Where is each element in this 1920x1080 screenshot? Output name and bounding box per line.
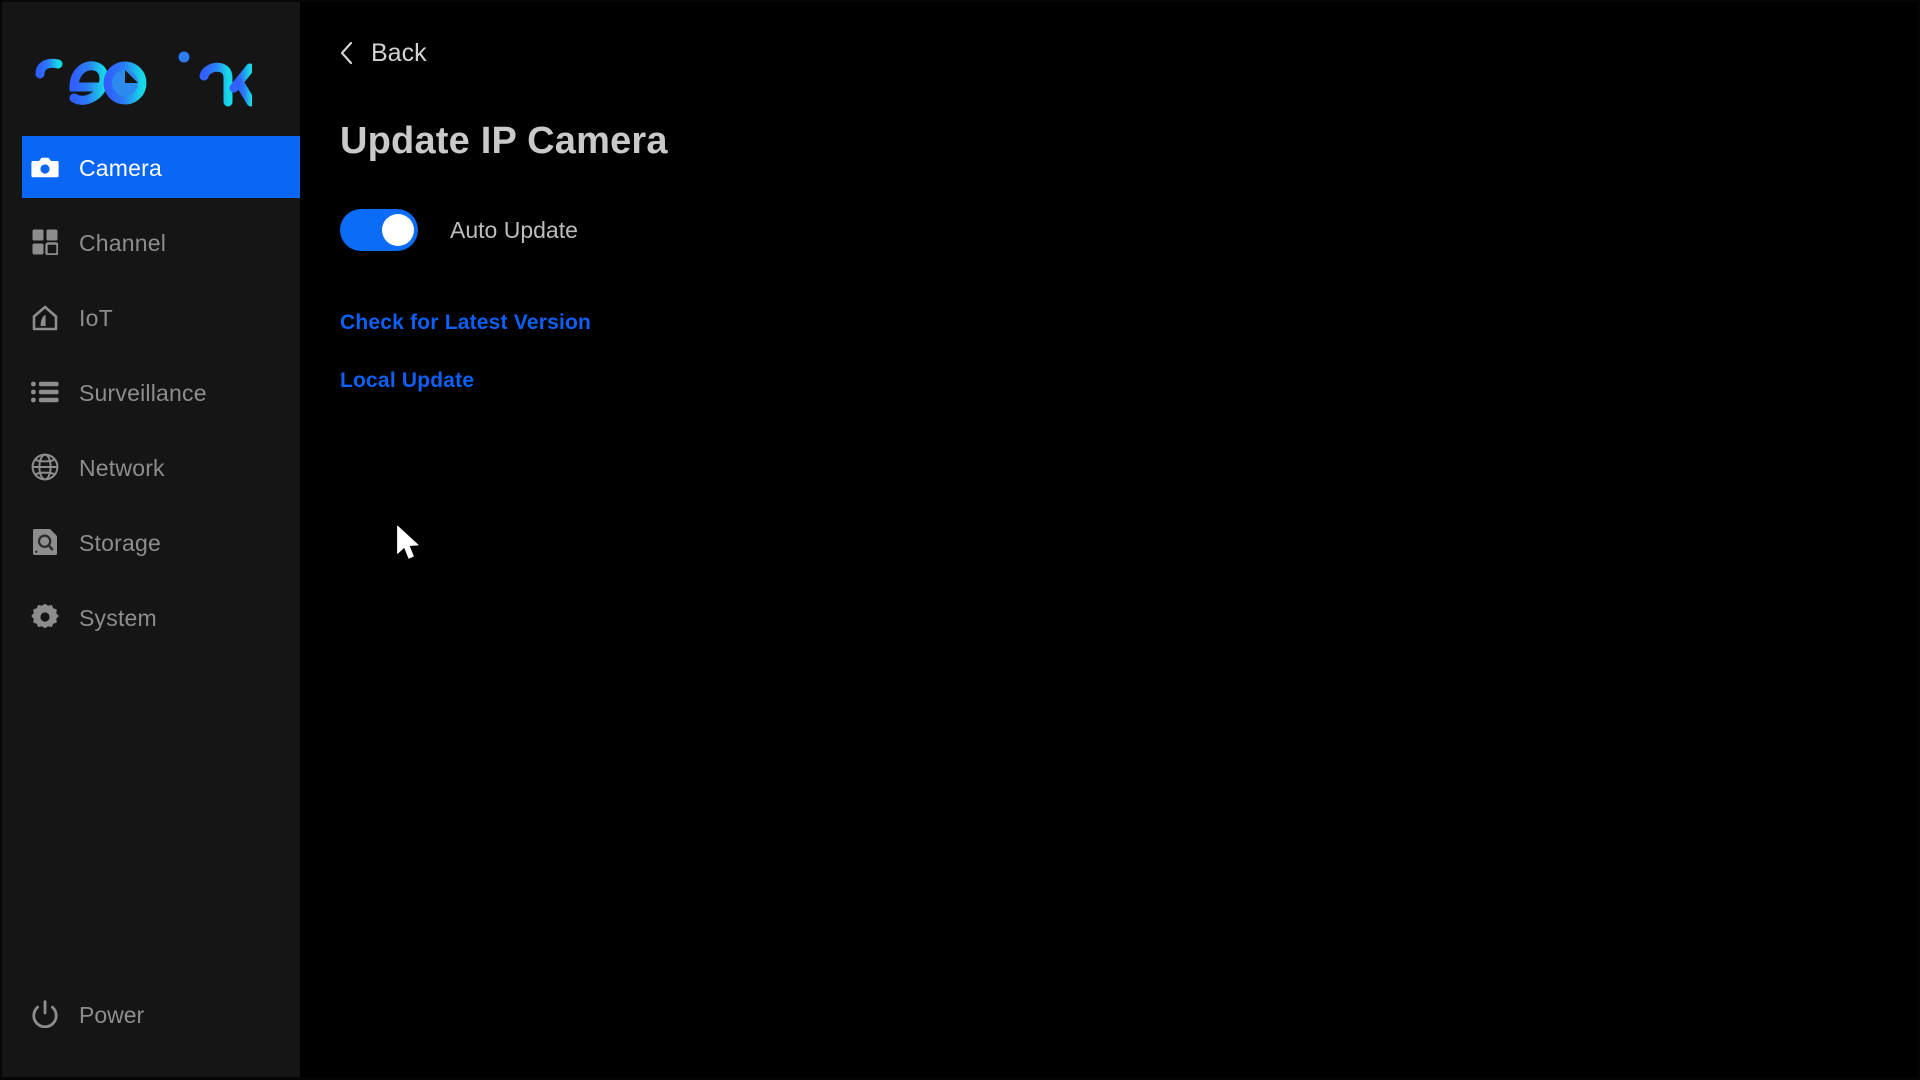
sidebar-item-label: Power (79, 1001, 145, 1028)
app-window: Camera Channel IoT Surveillance Network … (0, 0, 1920, 1080)
sidebar-item-label: Network (79, 454, 165, 481)
back-label: Back (371, 38, 427, 67)
sidebar-item-label: Camera (79, 154, 163, 181)
auto-update-toggle[interactable] (340, 209, 418, 251)
sidebar-item-power[interactable]: Power (2, 992, 302, 1036)
sidebar-item-system[interactable]: System (2, 586, 302, 648)
hard-drive-icon (30, 527, 60, 557)
local-update-button[interactable]: Local Update (340, 370, 474, 391)
camera-icon (30, 152, 60, 182)
grid-icon (30, 227, 60, 257)
sidebar-item-iot[interactable]: IoT (2, 286, 302, 348)
check-for-latest-version-button[interactable]: Check for Latest Version (340, 312, 591, 333)
toggle-knob (382, 214, 414, 246)
page-title: Update IP Camera (340, 120, 668, 162)
sidebar-item-label: Channel (79, 229, 167, 256)
list-icon (30, 377, 60, 407)
home-icon (30, 302, 60, 332)
globe-icon (30, 452, 60, 482)
reolink-logo (32, 42, 252, 108)
sidebar-item-label: IoT (79, 304, 113, 331)
sidebar-item-network[interactable]: Network (2, 436, 302, 498)
sidebar-item-label: System (79, 604, 157, 631)
main-content: Back Update IP Camera Auto Update Check … (300, 0, 1920, 1080)
auto-update-row: Auto Update (340, 209, 578, 251)
sidebar-item-label: Storage (79, 529, 161, 556)
sidebar-item-camera[interactable]: Camera (22, 136, 302, 198)
chevron-left-icon (340, 40, 356, 66)
power-icon (30, 999, 60, 1029)
sidebar-item-storage[interactable]: Storage (2, 511, 302, 573)
sidebar-item-channel[interactable]: Channel (2, 211, 302, 273)
sidebar-item-label: Surveillance (79, 379, 207, 406)
auto-update-label: Auto Update (450, 216, 578, 243)
back-button[interactable]: Back (340, 40, 427, 66)
mouse-cursor (396, 525, 422, 563)
gear-icon (30, 602, 60, 632)
sidebar-item-surveillance[interactable]: Surveillance (2, 361, 302, 423)
sidebar: Camera Channel IoT Surveillance Network … (0, 0, 302, 1080)
sidebar-nav: Camera Channel IoT Surveillance Network … (2, 136, 302, 661)
